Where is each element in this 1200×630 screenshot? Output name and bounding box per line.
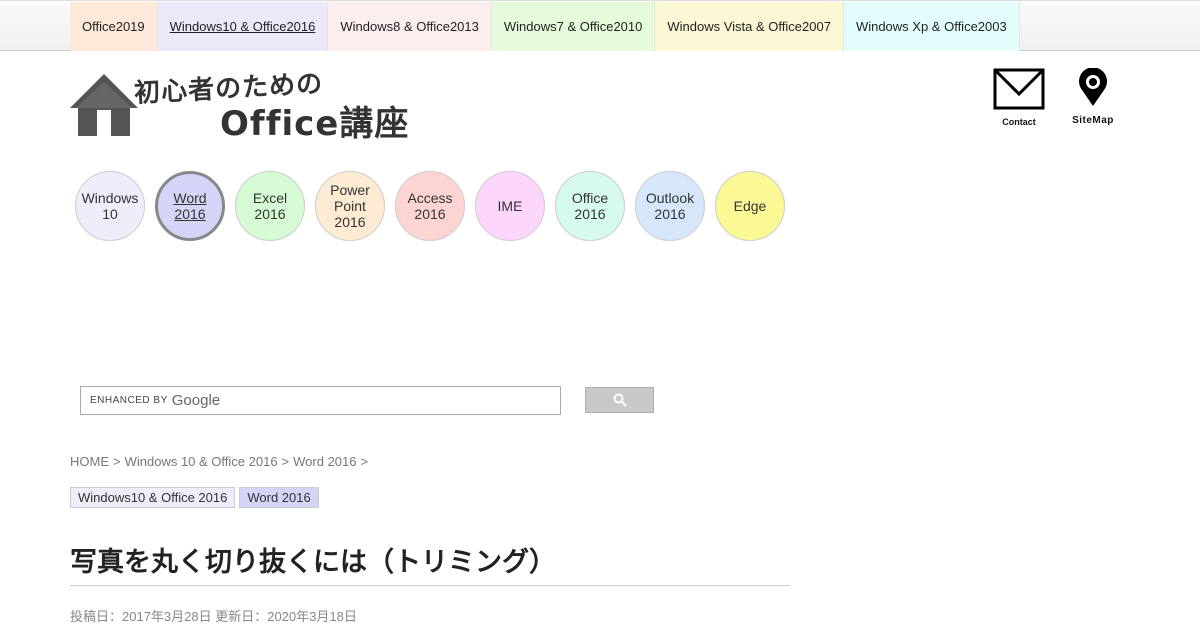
contact-link[interactable]: Contact [992,68,1046,127]
tag-win10-office2016[interactable]: Windows10 & Office 2016 [70,487,236,508]
top-navigation-bar: Office2019 Windows10 & Office2016 Window… [0,0,1200,51]
search-button[interactable] [585,387,654,413]
circle-nav-label: Edge [733,198,767,214]
top-nav-win10-office2016[interactable]: Windows10 & Office2016 [157,2,329,51]
top-nav-win8-office2013[interactable]: Windows8 & Office2013 [328,2,492,51]
top-nav-xp-office2003[interactable]: Windows Xp & Office2003 [843,2,1020,51]
category-circle-nav: Windows 10 Word 2016 Excel 2016 Power Po… [75,171,795,241]
circle-nav-label: Outlook 2016 [645,190,695,222]
google-logo-text: Google [171,392,221,409]
circle-nav-label: Excel 2016 [252,190,288,222]
top-nav-win7-office2010[interactable]: Windows7 & Office2010 [491,2,656,51]
circle-nav-windows10[interactable]: Windows 10 [75,171,145,241]
mail-icon [993,68,1045,110]
post-dates: 投稿日：2017年3月28日 更新日：2020年3月18日 [70,609,357,624]
site-search-box: ENHANCED BY Google [80,386,561,415]
circle-nav-powerpoint2016[interactable]: Power Point 2016 [315,171,385,241]
circle-nav-label: Office 2016 [571,190,609,222]
page-title: 写真を丸く切り抜くには（トリミング） [70,540,790,586]
breadcrumb-separator: > [360,454,369,469]
circle-nav-office2016[interactable]: Office 2016 [555,171,625,241]
house-icon [70,74,138,136]
tag-word2016[interactable]: Word 2016 [239,487,319,508]
circle-nav-label: Power Point 2016 [330,182,370,230]
search-input[interactable] [220,387,560,414]
breadcrumb: HOME > Windows 10 & Office 2016 > Word 2016 > [70,454,372,469]
circle-nav-label: Access 2016 [407,190,453,222]
circle-nav-edge[interactable]: Edge [715,171,785,241]
circle-nav-ime[interactable]: IME [475,171,545,241]
top-nav: Office2019 Windows10 & Office2016 Window… [70,2,1020,51]
circle-nav-access2016[interactable]: Access 2016 [395,171,465,241]
logo-title: Office講座 [220,104,410,144]
contact-label: Contact [1002,117,1036,127]
circle-nav-label: Windows 10 [81,190,139,222]
breadcrumb-separator: > [113,454,121,469]
breadcrumb-win10-office2016[interactable]: Windows 10 & Office 2016 [125,454,278,469]
circle-nav-excel2016[interactable]: Excel 2016 [235,171,305,241]
top-nav-office2019[interactable]: Office2019 [70,2,158,51]
circle-nav-outlook2016[interactable]: Outlook 2016 [635,171,705,241]
sitemap-link[interactable]: SiteMap [1066,67,1120,126]
circle-nav-word2016[interactable]: Word 2016 [155,171,225,241]
sitemap-label: SiteMap [1072,115,1114,126]
search-icon [613,393,627,407]
breadcrumb-separator: > [281,454,290,469]
circle-nav-label: Word 2016 [173,190,207,222]
top-nav-vista-office2007[interactable]: Windows Vista & Office2007 [655,2,844,51]
site-logo[interactable]: 初心者のための Office講座 [70,68,450,144]
circle-nav-label: IME [497,198,523,214]
map-pin-icon [1079,67,1107,106]
breadcrumb-home[interactable]: HOME [70,454,109,469]
search-brand-label: ENHANCED BY [90,395,168,406]
breadcrumb-word2016[interactable]: Word 2016 [293,454,356,469]
category-tags: Windows10 & Office 2016 Word 2016 [70,487,323,508]
